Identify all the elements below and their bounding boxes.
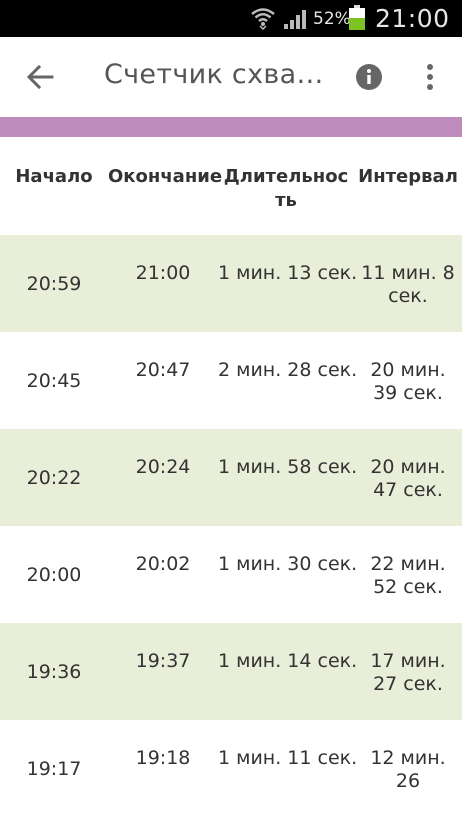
header-end: Окончание: [108, 166, 223, 187]
app-bar: Счетчик схват...: [0, 37, 462, 117]
accent-strip: [0, 117, 462, 137]
header-start: Начало: [15, 166, 93, 187]
contractions-list: 20:59 21:00 1 мин. 13 сек. 11 мин. 8 сек…: [0, 235, 462, 817]
header-interval: Интервал: [358, 166, 458, 187]
info-icon[interactable]: [355, 63, 383, 91]
cell-end: 20:24: [135, 456, 191, 478]
signal-icon: [284, 10, 306, 29]
cell-interval: 17 мин. 27 сек.: [370, 650, 446, 695]
cell-duration: 1 мин. 14 сек.: [218, 650, 358, 672]
table-row[interactable]: 20:00 20:02 1 мин. 30 сек. 22 мин. 52 се…: [0, 526, 462, 623]
cell-start: 20:59: [26, 273, 82, 295]
battery-percent: 52%: [313, 9, 351, 29]
status-bar: 52% 21:00: [0, 0, 462, 37]
cell-duration: 1 мин. 30 сек.: [218, 553, 358, 575]
battery-icon: [349, 5, 365, 30]
cell-duration: 1 мин. 11 сек.: [218, 747, 358, 769]
cell-end: 20:02: [135, 553, 191, 575]
wifi-icon: [251, 8, 275, 30]
header-duration: Длительность: [223, 166, 349, 211]
cell-duration: 1 мин. 58 сек.: [218, 456, 358, 478]
cell-end: 20:47: [135, 359, 191, 381]
arrow-back-icon[interactable]: [22, 59, 58, 95]
cell-start: 20:22: [26, 467, 82, 489]
cell-end: 21:00: [135, 262, 191, 284]
cell-start: 20:00: [26, 564, 82, 586]
cell-duration: 2 мин. 28 сек.: [218, 359, 358, 381]
cell-end: 19:37: [135, 650, 191, 672]
cell-interval: 20 мин. 47 сек.: [370, 456, 446, 501]
cell-start: 19:36: [26, 661, 82, 683]
table-row[interactable]: 20:59 21:00 1 мин. 13 сек. 11 мин. 8 сек…: [0, 235, 462, 332]
status-time: 21:00: [375, 4, 450, 33]
cell-interval: 20 мин. 39 сек.: [370, 359, 446, 404]
cell-end: 19:18: [135, 747, 191, 769]
cell-duration: 1 мин. 13 сек.: [218, 262, 358, 284]
table-row[interactable]: 20:22 20:24 1 мин. 58 сек. 20 мин. 47 се…: [0, 429, 462, 526]
page-title: Счетчик схват...: [104, 59, 329, 90]
table-row[interactable]: 20:45 20:47 2 мин. 28 сек. 20 мин. 39 се…: [0, 332, 462, 429]
table-row[interactable]: 19:36 19:37 1 мин. 14 сек. 17 мин. 27 се…: [0, 623, 462, 720]
table-row[interactable]: 19:17 19:18 1 мин. 11 сек. 12 мин. 26: [0, 720, 462, 817]
cell-start: 20:45: [26, 370, 82, 392]
more-vert-icon[interactable]: [418, 61, 442, 93]
cell-interval: 22 мин. 52 сек.: [370, 553, 446, 598]
cell-interval: 12 мин. 26: [370, 747, 446, 792]
table-header: Начало Окончание Длительность Интервал: [0, 137, 462, 235]
cell-interval: 11 мин. 8 сек.: [361, 262, 455, 307]
